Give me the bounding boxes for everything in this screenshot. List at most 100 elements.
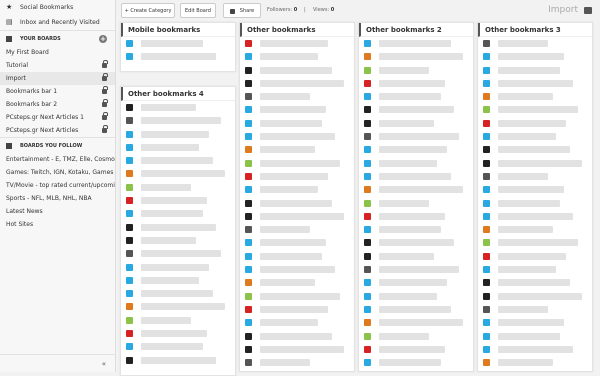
- bookmark-item[interactable]: [121, 247, 235, 260]
- bookmark-item[interactable]: [478, 64, 592, 77]
- bookmark-item[interactable]: [478, 303, 592, 316]
- sidebar-board-item[interactable]: Bookmarks bar 1: [0, 85, 115, 98]
- bookmark-item[interactable]: [121, 261, 235, 274]
- bookmark-item[interactable]: [478, 77, 592, 90]
- bookmark-item[interactable]: [359, 276, 473, 289]
- bookmark-item[interactable]: [121, 141, 235, 154]
- bookmark-item[interactable]: [478, 117, 592, 130]
- bookmark-item[interactable]: [240, 250, 354, 263]
- bookmark-item[interactable]: [359, 77, 473, 90]
- bookmark-item[interactable]: [240, 143, 354, 156]
- bookmark-item[interactable]: [240, 64, 354, 77]
- collapse-sidebar-button[interactable]: «: [0, 354, 116, 372]
- bookmark-item[interactable]: [359, 130, 473, 143]
- bookmark-item[interactable]: [478, 356, 592, 369]
- bookmark-item[interactable]: [478, 343, 592, 356]
- bookmark-item[interactable]: [478, 197, 592, 210]
- bookmark-item[interactable]: [121, 340, 235, 353]
- sidebar-followed-item[interactable]: Sports - NFL, MLB, NHL, NBA: [0, 192, 115, 205]
- bookmark-item[interactable]: [359, 50, 473, 63]
- bookmark-item[interactable]: [240, 343, 354, 356]
- category-title[interactable]: Other bookmarks 3: [478, 23, 592, 37]
- bookmark-item[interactable]: [240, 303, 354, 316]
- bookmark-item[interactable]: [240, 263, 354, 276]
- bookmark-item[interactable]: [121, 221, 235, 234]
- bookmark-item[interactable]: [121, 207, 235, 220]
- bookmark-item[interactable]: [359, 117, 473, 130]
- bookmark-item[interactable]: [240, 316, 354, 329]
- bookmark-item[interactable]: [359, 64, 473, 77]
- sidebar-board-item[interactable]: PCsteps.gr Next Articles 1: [0, 111, 115, 124]
- bookmark-item[interactable]: [359, 303, 473, 316]
- bookmark-item[interactable]: [121, 37, 235, 50]
- share-button[interactable]: Share: [223, 3, 261, 18]
- chat-icon[interactable]: [584, 7, 592, 14]
- bookmark-item[interactable]: [240, 210, 354, 223]
- bookmark-item[interactable]: [121, 101, 235, 114]
- bookmark-item[interactable]: [240, 103, 354, 116]
- bookmark-item[interactable]: [121, 50, 235, 63]
- bookmark-item[interactable]: [478, 90, 592, 103]
- bookmark-item[interactable]: [478, 157, 592, 170]
- bookmark-item[interactable]: [240, 77, 354, 90]
- bookmark-item[interactable]: [478, 236, 592, 249]
- sidebar-board-item[interactable]: PCsteps.gr Next Articles: [0, 124, 115, 137]
- bookmark-item[interactable]: [478, 37, 592, 50]
- bookmark-item[interactable]: [478, 103, 592, 116]
- bookmark-item[interactable]: [478, 143, 592, 156]
- sidebar-board-item[interactable]: Tutorial: [0, 59, 115, 72]
- category-title[interactable]: Other bookmarks 4: [121, 87, 235, 101]
- sidebar-board-item[interactable]: Import: [0, 72, 115, 85]
- sidebar-board-item[interactable]: Bookmarks bar 2: [0, 98, 115, 111]
- bookmark-item[interactable]: [478, 250, 592, 263]
- bookmark-item[interactable]: [359, 356, 473, 369]
- sidebar-followed-item[interactable]: Games: Twitch, IGN, Kotaku, Games F: [0, 166, 115, 179]
- bookmark-item[interactable]: [359, 157, 473, 170]
- bookmark-item[interactable]: [240, 183, 354, 196]
- bookmark-item[interactable]: [121, 300, 235, 313]
- bookmark-item[interactable]: [359, 37, 473, 50]
- bookmark-item[interactable]: [240, 117, 354, 130]
- bookmark-item[interactable]: [240, 37, 354, 50]
- bookmark-item[interactable]: [359, 143, 473, 156]
- bookmark-item[interactable]: [478, 170, 592, 183]
- bookmark-item[interactable]: [478, 263, 592, 276]
- bookmark-item[interactable]: [478, 316, 592, 329]
- bookmark-item[interactable]: [121, 154, 235, 167]
- bookmark-item[interactable]: [478, 50, 592, 63]
- bookmark-item[interactable]: [359, 330, 473, 343]
- bookmark-item[interactable]: [240, 90, 354, 103]
- bookmark-item[interactable]: [478, 330, 592, 343]
- bookmark-item[interactable]: [240, 223, 354, 236]
- sidebar-item-inbox[interactable]: ▤ Inbox and Recently Visited: [0, 15, 115, 30]
- category-title[interactable]: Other bookmarks 2: [359, 23, 473, 37]
- bookmark-item[interactable]: [478, 276, 592, 289]
- bookmark-item[interactable]: [240, 236, 354, 249]
- sidebar-board-item[interactable]: My First Board: [0, 46, 115, 59]
- category-title[interactable]: Mobile bookmarks: [121, 23, 235, 37]
- bookmark-item[interactable]: [240, 276, 354, 289]
- bookmark-item[interactable]: [240, 50, 354, 63]
- sidebar-followed-item[interactable]: Entertainment - E, TMZ, Elle, Cosmo: [0, 153, 115, 166]
- create-category-button[interactable]: + Create Category: [121, 3, 175, 18]
- sidebar-item-social-bookmarks[interactable]: ★ Social Bookmarks: [0, 0, 115, 15]
- bookmark-item[interactable]: [240, 290, 354, 303]
- bookmark-item[interactable]: [359, 183, 473, 196]
- bookmark-item[interactable]: [478, 210, 592, 223]
- bookmark-item[interactable]: [359, 170, 473, 183]
- bookmark-item[interactable]: [359, 103, 473, 116]
- bookmark-item[interactable]: [359, 197, 473, 210]
- bookmark-item[interactable]: [240, 170, 354, 183]
- bookmark-item[interactable]: [121, 128, 235, 141]
- bookmark-item[interactable]: [478, 290, 592, 303]
- add-board-icon[interactable]: +: [99, 35, 107, 43]
- bookmark-item[interactable]: [478, 130, 592, 143]
- bookmark-item[interactable]: [478, 223, 592, 236]
- bookmark-item[interactable]: [240, 330, 354, 343]
- sidebar-followed-item[interactable]: TV/Movie - top rated current/upcomi: [0, 179, 115, 192]
- bookmark-item[interactable]: [359, 290, 473, 303]
- bookmark-item[interactable]: [359, 210, 473, 223]
- bookmark-item[interactable]: [121, 234, 235, 247]
- bookmark-item[interactable]: [240, 197, 354, 210]
- bookmark-item[interactable]: [121, 181, 235, 194]
